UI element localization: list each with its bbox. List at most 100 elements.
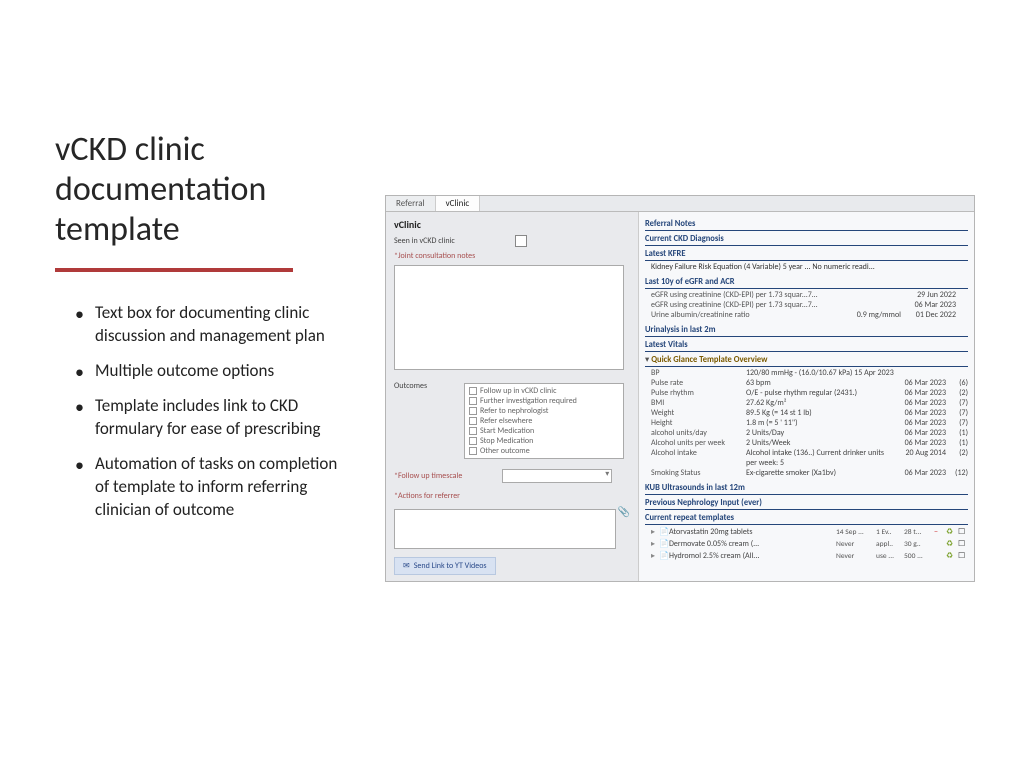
recycle-icon[interactable]: ♻ xyxy=(946,527,958,537)
timescale-label: *Follow up timescale xyxy=(394,471,462,481)
vital-value: 1.8 m (= 5 ' 11") xyxy=(746,418,891,428)
egfr-date: 06 Mar 2023 xyxy=(901,300,956,310)
outcome-checkbox[interactable] xyxy=(469,427,477,435)
vital-date: 06 Mar 2023 xyxy=(891,378,946,388)
rx-icon: 📄 xyxy=(659,539,669,549)
rx-box-icon[interactable]: ☐ xyxy=(958,551,968,561)
recycle-icon[interactable]: ♻ xyxy=(946,551,958,561)
rx-col: 30 g.. xyxy=(904,540,934,549)
vital-value: 2 Units/Day xyxy=(746,428,891,438)
vital-key: BP xyxy=(651,368,746,378)
rx-col: 28 t... xyxy=(904,528,934,537)
egfr-label: eGFR using creatinine (CKD-EPI) per 1.73… xyxy=(651,290,821,300)
rx-col: appl.. xyxy=(876,540,904,549)
vital-date: 06 Mar 2023 xyxy=(891,398,946,408)
vital-value: 120/80 mmHg - (16.0/10.67 kPa) 15 Apr 20… xyxy=(746,368,968,378)
section-referral-notes[interactable]: Referral Notes xyxy=(645,218,968,231)
tab-bar: Referral vClinic xyxy=(386,196,974,212)
vital-key: Pulse rate xyxy=(651,378,746,388)
section-ckd-diagnosis[interactable]: Current CKD Diagnosis xyxy=(645,233,968,246)
section-kub[interactable]: KUB Ultrasounds in last 12m xyxy=(645,482,968,495)
expand-icon[interactable]: ▸ xyxy=(651,527,659,537)
recycle-icon[interactable]: ♻ xyxy=(946,539,958,549)
slide-title: vCKD clinic documentation template xyxy=(55,130,355,250)
bullet-list: Text box for documenting clinic discussi… xyxy=(55,302,355,522)
consultation-notes-input[interactable] xyxy=(394,265,624,370)
rx-col: use ... xyxy=(876,552,904,561)
bullet-item: Text box for documenting clinic discussi… xyxy=(95,302,355,348)
section-urinalysis[interactable]: Urinalysis in last 2m xyxy=(645,324,968,337)
vital-key: alcohol units/day xyxy=(651,428,746,438)
outcome-checkbox[interactable] xyxy=(469,437,477,445)
vital-count: (7) xyxy=(946,408,968,418)
rx-icon: 📄 xyxy=(659,527,669,537)
outcome-checkbox[interactable] xyxy=(469,417,477,425)
vital-value: Alcohol intake (136..) Current drinker u… xyxy=(746,448,891,468)
actions-input[interactable] xyxy=(394,509,616,549)
outcome-label: Refer to nephrologist xyxy=(480,406,548,416)
vital-date: 06 Mar 2023 xyxy=(891,408,946,418)
bullet-item: Multiple outcome options xyxy=(95,360,355,383)
outcome-label: Further investigation required xyxy=(480,396,577,406)
rx-box-icon[interactable]: ☐ xyxy=(958,527,968,537)
expand-icon[interactable]: ▸ xyxy=(651,539,659,549)
bullet-item: Automation of tasks on completion of tem… xyxy=(95,453,355,522)
rx-col: Never xyxy=(836,540,876,549)
vital-count: (7) xyxy=(946,398,968,408)
vital-date: 06 Mar 2023 xyxy=(891,418,946,428)
section-prev-nephrology[interactable]: Previous Nephrology Input (ever) xyxy=(645,497,968,510)
vital-key: Pulse rhythm xyxy=(651,388,746,398)
repeats-table: ▸📄Atorvastatin 20mg tablets14 Sep ...1 E… xyxy=(645,525,968,564)
section-egfr-acr[interactable]: Last 10y of eGFR and ACR xyxy=(645,276,968,289)
rx-col: 14 Sep ... xyxy=(836,528,876,537)
vital-count: (6) xyxy=(946,378,968,388)
expand-icon[interactable]: ▸ xyxy=(651,551,659,561)
outcome-label: Stop Medication xyxy=(480,436,533,446)
section-quick-glance[interactable]: Quick Glance Template Overview xyxy=(645,354,968,367)
vital-count: (7) xyxy=(946,418,968,428)
notes-label: *Joint consultation notes xyxy=(394,251,475,261)
rx-col: Never xyxy=(836,552,876,561)
vital-count: (1) xyxy=(946,428,968,438)
outcome-label: Other outcome xyxy=(480,446,530,456)
title-underline xyxy=(55,268,293,272)
send-link-button[interactable]: Send Link to YT Videos xyxy=(394,557,496,575)
outcome-checkbox[interactable] xyxy=(469,387,477,395)
tab-vclinic[interactable]: vClinic xyxy=(436,196,481,211)
egfr-date: 29 Jun 2022 xyxy=(901,290,956,300)
rx-name: Atorvastatin 20mg tablets xyxy=(669,527,836,537)
tab-referral[interactable]: Referral xyxy=(386,196,436,211)
acr-label: Urine albumin/creatinine ratio xyxy=(651,310,821,320)
form-pane: vClinic Seen in vCKD clinic *Joint consu… xyxy=(386,212,638,581)
timescale-dropdown[interactable] xyxy=(502,469,612,483)
vital-value: 89.5 Kg (= 14 st 1 lb) xyxy=(746,408,891,418)
seen-checkbox[interactable] xyxy=(515,235,527,247)
section-latest-kfre[interactable]: Latest KFRE xyxy=(645,248,968,261)
minus-icon[interactable]: − xyxy=(934,527,946,537)
clinical-app-screenshot: Referral vClinic vClinic Seen in vCKD cl… xyxy=(385,195,975,582)
rx-col: 1 Ev.. xyxy=(876,528,904,537)
vital-date: 06 Mar 2023 xyxy=(891,388,946,398)
vital-value: 27.62 Kg/m² xyxy=(746,398,891,408)
vital-count: (2) xyxy=(946,388,968,398)
vital-date: 06 Mar 2023 xyxy=(891,438,946,448)
seen-label: Seen in vCKD clinic xyxy=(394,236,455,246)
vital-value: O/E - pulse rhythm regular (2431.) xyxy=(746,388,891,398)
rx-name: Hydromol 2.5% cream (All... xyxy=(669,551,836,561)
egfr-label: eGFR using creatinine (CKD-EPI) per 1.73… xyxy=(651,300,821,310)
vital-key: Alcohol units per week xyxy=(651,438,746,448)
outcome-checkbox[interactable] xyxy=(469,397,477,405)
section-repeats[interactable]: Current repeat templates xyxy=(645,512,968,525)
vital-value: 2 Units/Week xyxy=(746,438,891,448)
rx-box-icon[interactable]: ☐ xyxy=(958,539,968,549)
section-latest-vitals[interactable]: Latest Vitals xyxy=(645,339,968,352)
outcome-label: Start Medication xyxy=(480,426,534,436)
outcome-checkbox[interactable] xyxy=(469,447,477,455)
kfre-text: Kidney Failure Risk Equation (4 Variable… xyxy=(645,261,968,274)
vital-date: 06 Mar 2023 xyxy=(891,468,946,478)
vital-date: 06 Mar 2023 xyxy=(891,428,946,438)
attachment-icon[interactable]: 📎 xyxy=(618,505,630,518)
rx-col: 500 ... xyxy=(904,552,934,561)
bullet-item: Template includes link to CKD formulary … xyxy=(95,395,355,441)
outcome-checkbox[interactable] xyxy=(469,407,477,415)
